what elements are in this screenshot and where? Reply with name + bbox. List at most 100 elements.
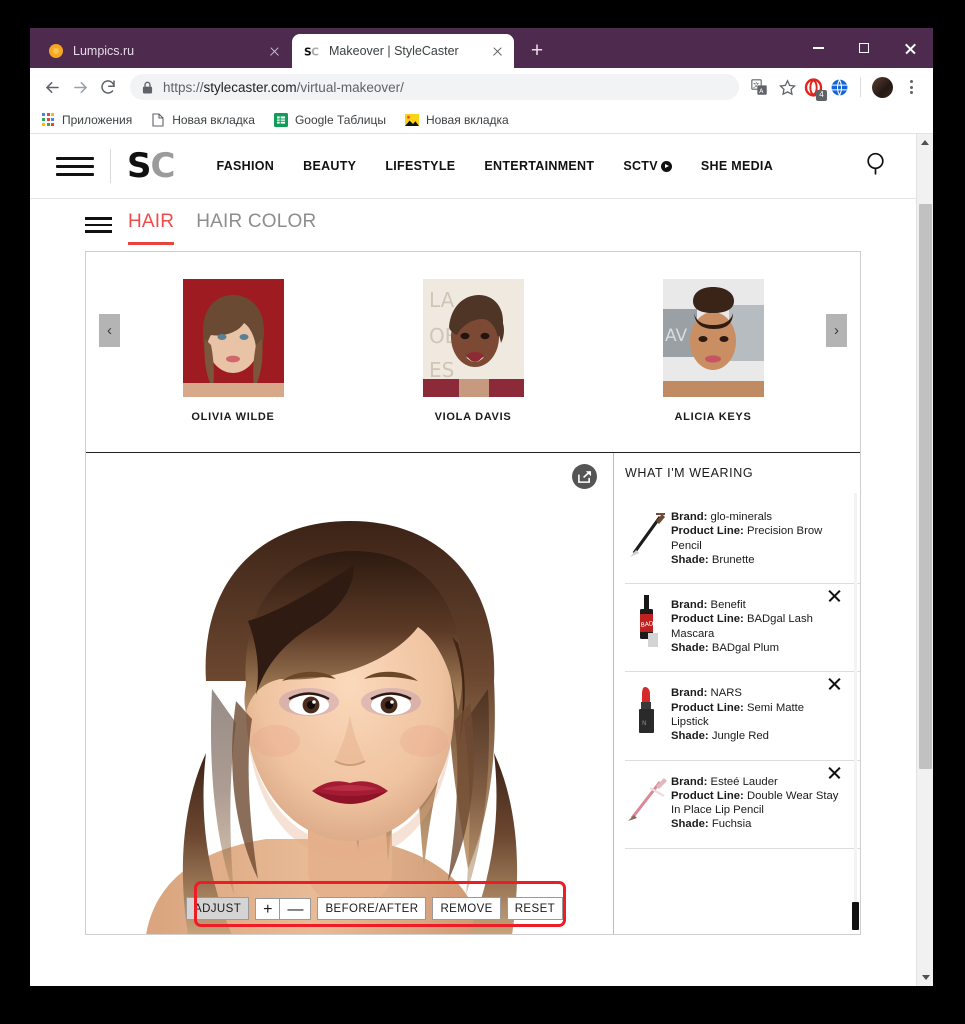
translate-button[interactable]: 文A (745, 73, 773, 101)
brand-value: Esteé Lauder (710, 775, 778, 788)
nav-item-sctv-label: SCTV (623, 159, 658, 173)
search-icon (867, 152, 884, 174)
chevron-up-icon (921, 140, 929, 145)
annotation-highlight-box (194, 881, 566, 927)
nav-item-fashion[interactable]: FASHION (216, 159, 274, 173)
shade-label: Shade: (671, 553, 709, 566)
globe-extension-button[interactable] (825, 73, 853, 101)
bookmark-button[interactable] (773, 73, 801, 101)
browser-toolbar: https://stylecaster.com/virtual-makeover… (30, 68, 933, 106)
svg-text:AV: AV (665, 326, 688, 346)
page-viewport: SC FASHION BEAUTY LIFESTYLE ENTERTAINMEN… (30, 134, 933, 986)
brow-pencil-icon (625, 502, 671, 564)
reload-button[interactable] (94, 73, 122, 101)
shade-label: Shade: (671, 818, 709, 831)
nav-item-entertainment[interactable]: ENTERTAINMENT (484, 159, 594, 173)
carousel-prev-button[interactable]: ‹ (99, 314, 120, 347)
product-row[interactable]: N Brand: NARS Product Line: Semi Matte L… (625, 672, 860, 761)
nav-item-she-media[interactable]: SHE MEDIA (701, 159, 773, 173)
extension-button[interactable]: 4 (801, 75, 827, 101)
tab-lumpics[interactable]: Lumpics.ru (36, 34, 291, 68)
brand-label: Brand: (671, 599, 708, 612)
address-bar[interactable]: https://stylecaster.com/virtual-makeover… (130, 74, 739, 100)
page-icon (150, 112, 166, 128)
filter-menu-button[interactable] (85, 217, 112, 233)
share-icon (578, 470, 592, 483)
carousel-next-button[interactable]: › (826, 314, 847, 347)
nav-item-beauty[interactable]: BEAUTY (303, 159, 356, 173)
scrollbar-thumb[interactable] (919, 204, 932, 769)
bookmark-new-tab-2[interactable]: Новая вкладка (404, 112, 509, 128)
shade-value: Fuchsia (711, 818, 752, 831)
scroll-up-button[interactable] (917, 134, 933, 151)
share-button[interactable] (572, 464, 597, 489)
products-scrollbar-thumb[interactable] (852, 902, 859, 930)
sc-icon: SC (304, 43, 320, 59)
close-button[interactable] (887, 28, 933, 68)
brand-label: Brand: (671, 511, 708, 523)
bookmark-label: Новая вкладка (172, 112, 255, 127)
site-logo[interactable]: SC (127, 146, 176, 186)
tab-close-icon[interactable] (489, 43, 506, 60)
back-button[interactable] (38, 73, 66, 101)
model-photo (86, 453, 613, 934)
extension-badge-count: 4 (816, 90, 827, 101)
brand-value: Benefit (710, 599, 746, 612)
nav-item-sctv[interactable]: SCTV (623, 159, 672, 173)
makeover-studio: ADJUST + — BEFORE/AFTER REMOVE RESET WHA… (86, 452, 860, 934)
bookmark-new-tab-1[interactable]: Новая вкладка (150, 112, 255, 128)
maximize-button[interactable] (841, 28, 887, 68)
shade-value: Jungle Red (711, 730, 769, 743)
bookmark-google-sheets[interactable]: Google Таблицы (273, 112, 386, 128)
remove-product-icon[interactable] (827, 765, 842, 780)
logo-s: S (127, 146, 151, 186)
tab-stylecaster[interactable]: SC Makeover | StyleCaster (292, 34, 514, 68)
svg-text:C: C (311, 45, 319, 58)
makeover-photo-area[interactable]: ADJUST + — BEFORE/AFTER REMOVE RESET (86, 453, 614, 934)
products-scrollbar-track[interactable] (854, 493, 857, 928)
celebrity-photo (182, 279, 284, 397)
forward-button[interactable] (66, 73, 94, 101)
search-button[interactable] (864, 151, 890, 182)
tab-close-icon[interactable] (266, 43, 283, 60)
new-tab-button[interactable]: + (526, 40, 548, 63)
site-header: SC FASHION BEAUTY LIFESTYLE ENTERTAINMEN… (30, 134, 916, 199)
tab-hair-color[interactable]: HAIR COLOR (196, 211, 316, 239)
header-divider (110, 149, 111, 183)
line-label: Product Line: (671, 701, 744, 714)
bookmark-apps[interactable]: Приложения (40, 112, 132, 128)
products-list: WHAT I'M WEARING Brand: glo-minerals Pro… (614, 453, 860, 934)
remove-product-icon[interactable] (827, 676, 842, 691)
nav-item-lifestyle[interactable]: LIFESTYLE (385, 159, 455, 173)
translate-icon: 文A (750, 78, 767, 95)
logo-c: C (150, 146, 176, 186)
celebrity-card[interactable]: LA OB ES VIOLA DAVIS (353, 279, 593, 423)
brand-label: Brand: (671, 775, 708, 788)
celebrity-card[interactable]: OLIVIA WILDE (113, 279, 353, 423)
toolbar-divider (860, 77, 861, 97)
minimize-button[interactable] (795, 28, 841, 68)
product-row[interactable]: Brand: Esteé Lauder Product Line: Double… (625, 761, 860, 849)
toolbar-right: 文A 4 (745, 73, 925, 101)
site-menu-button[interactable] (56, 156, 94, 176)
apps-grid-icon (40, 112, 56, 128)
scroll-down-button[interactable] (917, 969, 933, 986)
page-scrollbar[interactable] (916, 134, 933, 986)
product-info: Brand: Esteé Lauder Product Line: Double… (671, 767, 840, 832)
line-label: Product Line: (671, 613, 744, 626)
shade-value: BADgal Plum (711, 642, 779, 655)
minimize-icon (812, 47, 824, 49)
chevron-down-icon (921, 975, 930, 980)
shade-value: Brunette (711, 553, 755, 566)
product-row[interactable]: BAD Brand: Benefit Product Line: BADgal … (625, 584, 860, 673)
chrome-menu-button[interactable] (897, 73, 925, 101)
window-controls (795, 28, 933, 68)
three-dots-icon (902, 80, 920, 94)
celebrity-card[interactable]: AV ALICIA KEYS (593, 279, 833, 423)
remove-product-icon[interactable] (827, 588, 842, 603)
avatar[interactable] (872, 76, 893, 98)
back-arrow-icon (45, 81, 59, 93)
main-nav: FASHION BEAUTY LIFESTYLE ENTERTAINMENT S… (216, 159, 773, 173)
product-row[interactable]: Brand: glo-minerals Product Line: Precis… (625, 496, 860, 585)
tab-hair[interactable]: HAIR (128, 211, 175, 245)
